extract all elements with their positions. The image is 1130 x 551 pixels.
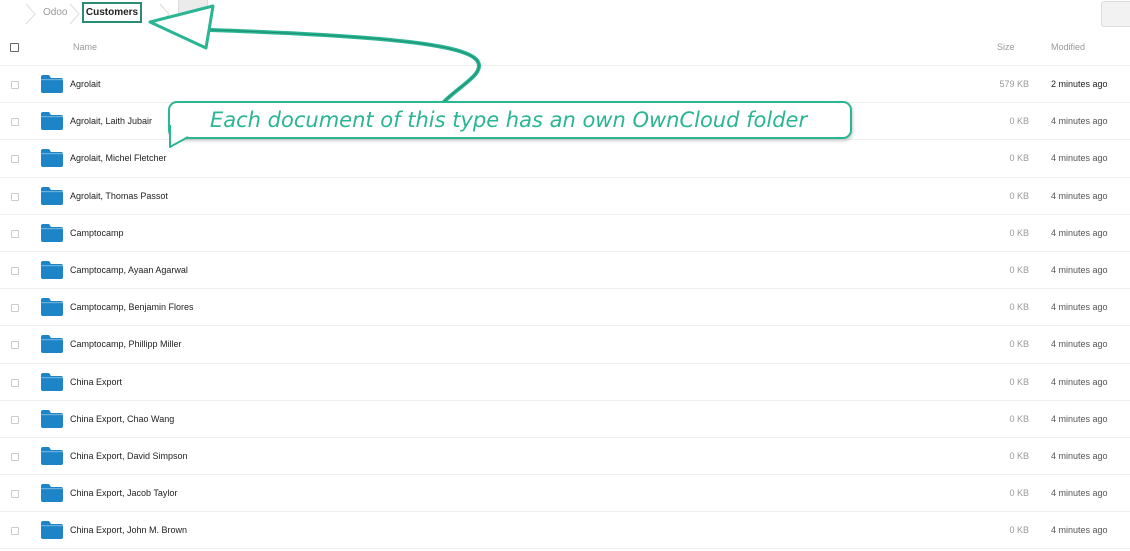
select-all-checkbox[interactable]: [10, 43, 19, 52]
folder-icon: [41, 112, 63, 131]
row-modified: 4 minutes ago: [1051, 264, 1108, 275]
row-size: 0 KB: [1009, 190, 1029, 201]
folder-icon: [41, 186, 63, 205]
folder-icon: [41, 372, 63, 391]
row-size: 0 KB: [1009, 264, 1029, 275]
row-modified: 4 minutes ago: [1051, 116, 1108, 127]
row-name[interactable]: Camptocamp, Benjamin Flores: [70, 302, 194, 312]
table-row[interactable]: China Export 0 KB 4 minutes ago: [0, 364, 1130, 401]
row-modified: 4 minutes ago: [1051, 488, 1108, 499]
folder-icon: [41, 409, 63, 428]
row-size: 0 KB: [1009, 413, 1029, 424]
row-name[interactable]: Camptocamp, Ayaan Agarwal: [70, 265, 188, 275]
table-row[interactable]: Camptocamp 0 KB 4 minutes ago: [0, 215, 1130, 252]
row-modified: 4 minutes ago: [1051, 153, 1108, 164]
row-modified: 4 minutes ago: [1051, 339, 1108, 350]
folder-icon: [41, 260, 63, 279]
row-checkbox[interactable]: [11, 415, 19, 424]
row-modified: 4 minutes ago: [1051, 450, 1108, 461]
row-name[interactable]: China Export, Chao Wang: [70, 414, 174, 424]
row-size: 0 KB: [1009, 302, 1029, 313]
chevron-right-icon: [69, 3, 80, 25]
row-modified: 4 minutes ago: [1051, 302, 1108, 313]
row-size: 0 KB: [1009, 488, 1029, 499]
table-row[interactable]: Camptocamp, Ayaan Agarwal 0 KB 4 minutes…: [0, 252, 1130, 290]
row-name[interactable]: Camptocamp: [70, 228, 124, 238]
folder-icon: [41, 298, 63, 317]
column-header-name[interactable]: Name: [73, 42, 97, 52]
row-modified: 2 minutes ago: [1051, 79, 1108, 89]
row-checkbox[interactable]: [11, 266, 19, 275]
row-modified: 4 minutes ago: [1051, 190, 1108, 201]
row-name[interactable]: Agrolait, Michel Fletcher: [70, 153, 167, 163]
row-name[interactable]: China Export, Jacob Taylor: [70, 488, 177, 498]
row-modified: 4 minutes ago: [1051, 413, 1108, 424]
new-button[interactable]: [178, 0, 208, 22]
folder-icon: [41, 75, 63, 93]
row-name[interactable]: China Export, David Simpson: [70, 451, 188, 461]
column-header-size[interactable]: Size: [997, 42, 1015, 52]
row-checkbox[interactable]: [11, 452, 19, 461]
row-name[interactable]: Camptocamp, Phillipp Miller: [70, 339, 182, 349]
row-size: 579 KB: [999, 79, 1029, 89]
row-checkbox[interactable]: [11, 118, 19, 127]
row-checkbox[interactable]: [11, 341, 19, 350]
row-name[interactable]: China Export: [70, 377, 122, 387]
row-checkbox[interactable]: [11, 81, 19, 89]
table-row[interactable]: China Export, John M. Brown 0 KB 4 minut…: [0, 512, 1130, 550]
folder-icon: [41, 521, 63, 540]
chevron-right-icon: [159, 3, 170, 25]
row-modified: 4 minutes ago: [1051, 376, 1108, 387]
chevron-right-icon: [25, 3, 36, 25]
row-name[interactable]: Agrolait, Laith Jubair: [70, 116, 152, 126]
folder-icon: [41, 446, 63, 465]
folder-icon: [41, 484, 63, 503]
row-modified: 4 minutes ago: [1051, 227, 1108, 238]
folder-icon: [41, 149, 63, 168]
row-checkbox[interactable]: [11, 304, 19, 313]
row-checkbox[interactable]: [11, 527, 19, 536]
row-checkbox[interactable]: [11, 378, 19, 387]
table-row[interactable]: Camptocamp, Benjamin Flores 0 KB 4 minut…: [0, 289, 1130, 327]
table-row[interactable]: Camptocamp, Phillipp Miller 0 KB 4 minut…: [0, 326, 1130, 364]
table-row[interactable]: Agrolait 579 KB 2 minutes ago: [0, 66, 1130, 104]
row-size: 0 KB: [1009, 227, 1029, 238]
row-name[interactable]: Agrolait: [70, 79, 101, 89]
row-checkbox[interactable]: [11, 490, 19, 499]
breadcrumb-item-odoo[interactable]: Odoo: [43, 7, 67, 18]
table-row[interactable]: Agrolait, Thomas Passot 0 KB 4 minutes a…: [0, 178, 1130, 215]
table-header: Name Size Modified: [0, 32, 1130, 66]
annotation-tail: [169, 125, 189, 148]
row-name[interactable]: China Export, John M. Brown: [70, 525, 187, 535]
row-checkbox[interactable]: [11, 192, 19, 201]
row-modified: 4 minutes ago: [1051, 525, 1108, 536]
breadcrumb-item-customers[interactable]: Customers: [82, 2, 142, 23]
row-checkbox[interactable]: [11, 229, 19, 238]
folder-icon: [41, 223, 63, 242]
table-row[interactable]: China Export, David Simpson 0 KB 4 minut…: [0, 438, 1130, 476]
table-row[interactable]: China Export, Chao Wang 0 KB 4 minutes a…: [0, 401, 1130, 438]
row-size: 0 KB: [1009, 450, 1029, 461]
table-row[interactable]: China Export, Jacob Taylor 0 KB 4 minute…: [0, 475, 1130, 513]
row-size: 0 KB: [1009, 339, 1029, 350]
view-toggle-button[interactable]: [1101, 1, 1130, 27]
row-size: 0 KB: [1009, 116, 1029, 127]
row-name[interactable]: Agrolait, Thomas Passot: [70, 191, 168, 201]
column-header-modified[interactable]: Modified: [1051, 42, 1085, 52]
annotation-callout: Each document of this type has an own Ow…: [168, 101, 852, 139]
folder-icon: [41, 335, 63, 354]
row-checkbox[interactable]: [11, 155, 19, 164]
top-bar: Odoo Customers: [0, 0, 1130, 28]
row-size: 0 KB: [1009, 153, 1029, 164]
row-size: 0 KB: [1009, 376, 1029, 387]
annotation-text: Each document of this type has an own Ow…: [210, 108, 808, 132]
row-size: 0 KB: [1009, 525, 1029, 536]
